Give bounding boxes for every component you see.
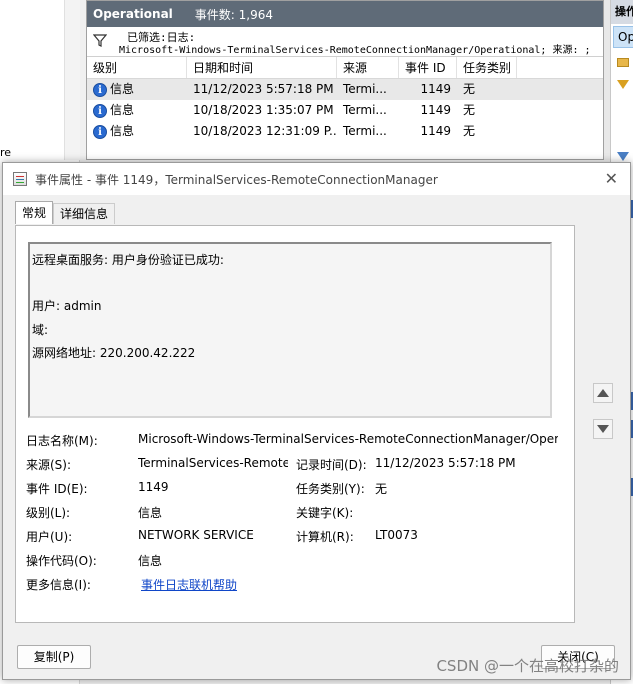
filter-icon[interactable] <box>617 80 629 89</box>
column-event-id[interactable]: 事件 ID <box>399 57 457 78</box>
event-list-pane: Operational 事件数: 1,964 已筛选:日志: Microsoft… <box>86 0 604 160</box>
table-row[interactable]: i 信息 11/12/2023 5:57:18 PM Termi... 1149 … <box>87 79 603 100</box>
filter-banner: 已筛选:日志: Microsoft-Windows-TerminalServic… <box>87 27 603 57</box>
computer-value[interactable]: LT0073 <box>375 528 565 542</box>
table-row[interactable]: i 信息 10/18/2023 12:31:09 P... Termi... 11… <box>87 121 603 142</box>
log-name: Operational <box>93 7 173 21</box>
info-icon: i <box>93 124 107 139</box>
event-id-value[interactable]: 1149 <box>138 480 288 494</box>
more-info-link[interactable]: 事件日志联机帮助 <box>141 576 341 593</box>
log-name-value[interactable]: Microsoft-Windows-TerminalServices-Remot… <box>138 432 558 446</box>
more-info-label: 更多信息(I): <box>26 578 91 592</box>
dialog-tabs: 常规 详细信息 <box>15 201 116 225</box>
event-id-label: 事件 ID(E): <box>26 482 88 496</box>
source-label: 来源(S): <box>26 458 72 472</box>
event-count: 事件数: 1,964 <box>194 7 274 22</box>
level-label: 级别(L): <box>26 506 71 520</box>
info-icon: i <box>93 103 107 118</box>
dialog-title: 事件属性 - 事件 1149，TerminalServices-RemoteCo… <box>35 173 438 187</box>
navigation-item-fragment[interactable]: re <box>0 146 11 159</box>
column-datetime[interactable]: 日期和时间 <box>187 57 337 78</box>
logged-value[interactable]: 11/12/2023 5:57:18 PM <box>375 456 565 470</box>
column-task-category[interactable]: 任务类别 <box>457 57 517 78</box>
computer-label: 计算机(R): <box>296 530 354 544</box>
navigation-scrollbar[interactable] <box>64 0 80 160</box>
tab-general[interactable]: 常规 <box>15 201 54 224</box>
opcode-value[interactable]: 信息 <box>138 552 288 569</box>
event-properties-dialog: 事件属性 - 事件 1149，TerminalServices-RemoteCo… <box>2 162 631 680</box>
description-line: 源网络地址: 220.200.42.222 <box>32 346 196 361</box>
filter-description: Microsoft-Windows-TerminalServices-Remot… <box>119 45 591 56</box>
actions-header: 操作 <box>611 0 633 24</box>
user-value[interactable]: NETWORK SERVICE <box>138 528 288 542</box>
filter-icon <box>93 34 107 47</box>
dialog-titlebar[interactable]: 事件属性 - 事件 1149，TerminalServices-RemoteCo… <box>3 163 630 195</box>
filter-icon[interactable] <box>617 152 629 161</box>
log-name-label: 日志名称(M): <box>26 434 98 448</box>
logged-label: 记录时间(D): <box>296 458 367 472</box>
arrow-down-icon <box>597 425 609 433</box>
watermark: CSDN @一个在高校打杂的 <box>436 657 619 675</box>
opcode-label: 操作代码(O): <box>26 554 97 568</box>
folder-icon[interactable] <box>617 58 629 67</box>
description-line: 域: <box>32 322 49 337</box>
task-category-label: 任务类别(Y): <box>296 482 365 496</box>
close-icon[interactable]: ✕ <box>605 169 618 188</box>
event-properties-icon <box>13 172 27 186</box>
event-list-header: 级别 日期和时间 来源 事件 ID 任务类别 <box>87 57 603 79</box>
previous-event-button[interactable] <box>593 383 613 403</box>
copy-button[interactable]: 复制(P) <box>17 645 91 669</box>
description-line: 远程桌面服务: 用户身份验证已成功: <box>32 253 224 267</box>
arrow-up-icon <box>597 389 609 397</box>
keywords-label: 关键字(K): <box>296 506 354 520</box>
tab-details[interactable]: 详细信息 <box>53 203 116 224</box>
description-line <box>32 272 548 295</box>
general-tab-panel: 远程桌面服务: 用户身份验证已成功: 用户: admin 域: 源网络地址: 2… <box>15 225 575 623</box>
description-line: 用户: admin <box>32 299 102 314</box>
user-label: 用户(U): <box>26 530 73 544</box>
actions-selected-item[interactable]: Op <box>613 26 633 48</box>
column-level[interactable]: 级别 <box>87 57 187 78</box>
level-value[interactable]: 信息 <box>138 504 288 521</box>
next-event-button[interactable] <box>593 419 613 439</box>
log-header: Operational 事件数: 1,964 <box>87 1 603 27</box>
task-category-value[interactable]: 无 <box>375 480 565 497</box>
info-icon: i <box>93 82 107 97</box>
event-description[interactable]: 远程桌面服务: 用户身份验证已成功: 用户: admin 域: 源网络地址: 2… <box>28 242 552 418</box>
source-value[interactable]: TerminalServices-Remote( <box>138 456 288 470</box>
column-source[interactable]: 来源 <box>337 57 399 78</box>
table-row[interactable]: i 信息 10/18/2023 1:35:07 PM Termi... 1149 … <box>87 100 603 121</box>
